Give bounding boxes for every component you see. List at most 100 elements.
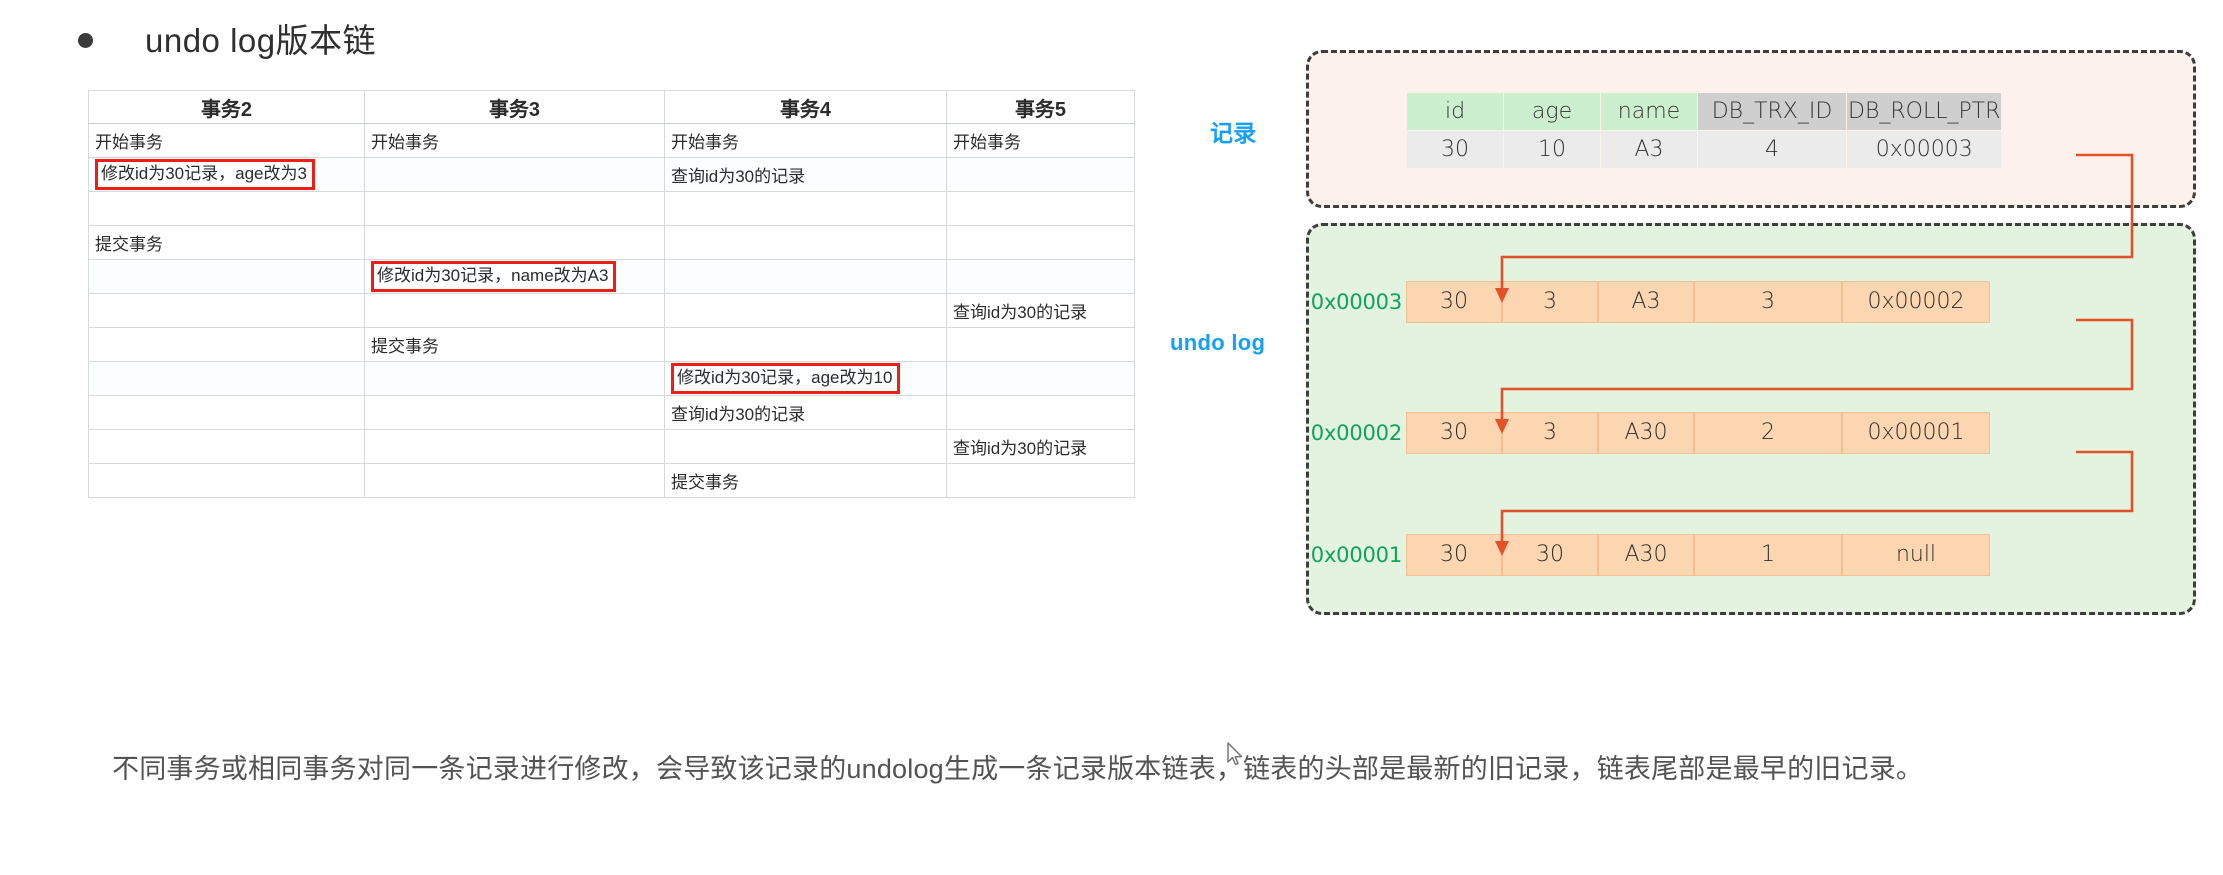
undo-log-version-chain-diagram: 记录 undo log id age name DB_TRX_ID DB_ROLL_PT… — [1170, 45, 2196, 665]
undo-node-cell: A30 — [1598, 412, 1694, 454]
table-row — [88, 191, 1135, 226]
record-value-cell: 0x00003 — [1847, 131, 2002, 168]
undo-node-address: 0x00002 — [1310, 421, 1402, 445]
page-title: undo log版本链 — [145, 22, 377, 59]
table-cell — [364, 429, 665, 464]
record-header-row: id age name DB_TRX_ID DB_ROLL_PTR — [1407, 93, 2002, 130]
undo-node-cells: 30 30 A30 1 null — [1406, 534, 1990, 576]
record-value-cell: 10 — [1504, 131, 1600, 168]
description-paragraph: 不同事务或相同事务对同一条记录进行修改，会导致该记录的undolog生成一条记录… — [112, 754, 1924, 784]
table-row: 查询id为30的记录 — [88, 429, 1135, 464]
record-label: 记录 — [1210, 120, 1257, 146]
highlighted-cell-text: 修改id为30记录，age改为3 — [95, 158, 315, 191]
record-column-header: name — [1601, 93, 1697, 130]
table-cell — [364, 191, 665, 226]
record-column-header: id — [1407, 93, 1503, 130]
record-column-header: DB_ROLL_PTR — [1847, 93, 2002, 130]
record-column-header: age — [1504, 93, 1600, 130]
table-cell: 查询id为30的记录 — [664, 157, 947, 192]
table-cell — [946, 327, 1135, 362]
table-cell — [364, 157, 665, 192]
undo-log-label: undo log — [1170, 330, 1266, 355]
table-cell: 查询id为30的记录 — [664, 395, 947, 430]
table-row: 修改id为30记录，age改为3 查询id为30的记录 — [88, 157, 1135, 192]
table-cell — [88, 463, 365, 498]
record-column-header: DB_TRX_ID — [1698, 93, 1846, 130]
table-cell — [664, 327, 947, 362]
table-cell — [664, 429, 947, 464]
undo-node-cell: A3 — [1598, 281, 1694, 323]
record-value-row: 30 10 A3 4 0x00003 — [1407, 131, 2002, 168]
table-cell — [946, 395, 1135, 430]
undo-node-cell: 30 — [1502, 534, 1598, 576]
column-header-4: 事务5 — [946, 90, 1135, 124]
page-heading: undo log版本链 — [78, 24, 376, 57]
undo-node-cell: 2 — [1694, 412, 1842, 454]
highlighted-cell-text: 修改id为30记录，name改为A3 — [371, 260, 617, 293]
record-value-cell: 4 — [1698, 131, 1846, 168]
table-cell: 查询id为30的记录 — [946, 293, 1135, 328]
table-row: 查询id为30的记录 — [88, 293, 1135, 328]
undo-node-address: 0x00003 — [1310, 290, 1402, 314]
table-cell: 修改id为30记录，age改为3 — [88, 157, 365, 192]
table-cell — [88, 429, 365, 464]
undo-node-cell: 30 — [1406, 281, 1502, 323]
table-cell — [364, 293, 665, 328]
undo-node-cell: 3 — [1502, 281, 1598, 323]
table-cell: 提交事务 — [364, 327, 665, 362]
table-cell — [946, 463, 1135, 498]
table-cell — [664, 259, 947, 294]
undo-node-address: 0x00001 — [1310, 543, 1402, 567]
table-header-row: 事务2 事务3 事务4 事务5 — [88, 90, 1135, 124]
table-row: 提交事务 — [88, 225, 1135, 260]
table-cell: 提交事务 — [664, 463, 947, 498]
column-header-2: 事务3 — [364, 90, 665, 124]
table-row: 修改id为30记录，name改为A3 — [88, 259, 1135, 294]
undo-node-cell: 0x00002 — [1842, 281, 1990, 323]
table-cell — [664, 191, 947, 226]
table-cell — [88, 361, 365, 396]
table-cell — [946, 225, 1135, 260]
slide-page: undo log版本链 事务2 事务3 事务4 事务5 开始事务 开始事务 开始事务 开始事… — [0, 0, 2223, 875]
table-cell — [88, 395, 365, 430]
column-header-3: 事务4 — [664, 90, 947, 124]
table-cell: 开始事务 — [664, 123, 947, 158]
column-header-1: 事务2 — [88, 90, 365, 124]
table-row: 修改id为30记录，age改为10 — [88, 361, 1135, 396]
table-cell: 提交事务 — [88, 225, 365, 260]
table-cell — [946, 157, 1135, 192]
table-cell: 修改id为30记录，name改为A3 — [364, 259, 665, 294]
undo-node-cell: 30 — [1406, 534, 1502, 576]
table-cell — [364, 361, 665, 396]
table-cell — [946, 191, 1135, 226]
table-cell — [88, 293, 365, 328]
table-cell — [946, 259, 1135, 294]
undo-log-node: 0x00003 30 3 A3 3 0x00002 — [1310, 281, 1990, 323]
table-cell: 查询id为30的记录 — [946, 429, 1135, 464]
table-cell: 开始事务 — [364, 123, 665, 158]
highlighted-cell-text: 修改id为30记录，age改为10 — [671, 362, 901, 395]
undo-log-node: 0x00002 30 3 A30 2 0x00001 — [1310, 412, 1990, 454]
undo-node-cell: null — [1842, 534, 1990, 576]
table-cell — [664, 293, 947, 328]
table-row: 开始事务 开始事务 开始事务 开始事务 — [88, 123, 1135, 158]
record-value-cell: A3 — [1601, 131, 1697, 168]
undo-node-cell: 3 — [1694, 281, 1842, 323]
table-cell — [88, 259, 365, 294]
table-cell: 开始事务 — [88, 123, 365, 158]
table-cell — [364, 225, 665, 260]
table-cell — [88, 191, 365, 226]
current-record-table: id age name DB_TRX_ID DB_ROLL_PTR 30 10 A3 4 0x00… — [1406, 92, 2002, 169]
table-body: 开始事务 开始事务 开始事务 开始事务 修改id为30记录，age改为3 查询id为30的… — [88, 123, 1135, 498]
table-cell — [88, 327, 365, 362]
transaction-timeline-table: 事务2 事务3 事务4 事务5 开始事务 开始事务 开始事务 开始事务 修改id为30记录，a… — [88, 90, 1135, 498]
table-cell — [364, 395, 665, 430]
table-cell — [946, 361, 1135, 396]
table-row: 查询id为30的记录 — [88, 395, 1135, 430]
table-cell — [664, 225, 947, 260]
undo-node-cell: A30 — [1598, 534, 1694, 576]
undo-node-cell: 0x00001 — [1842, 412, 1990, 454]
undo-node-cell: 30 — [1406, 412, 1502, 454]
table-cell — [364, 463, 665, 498]
undo-node-cells: 30 3 A3 3 0x00002 — [1406, 281, 1990, 323]
